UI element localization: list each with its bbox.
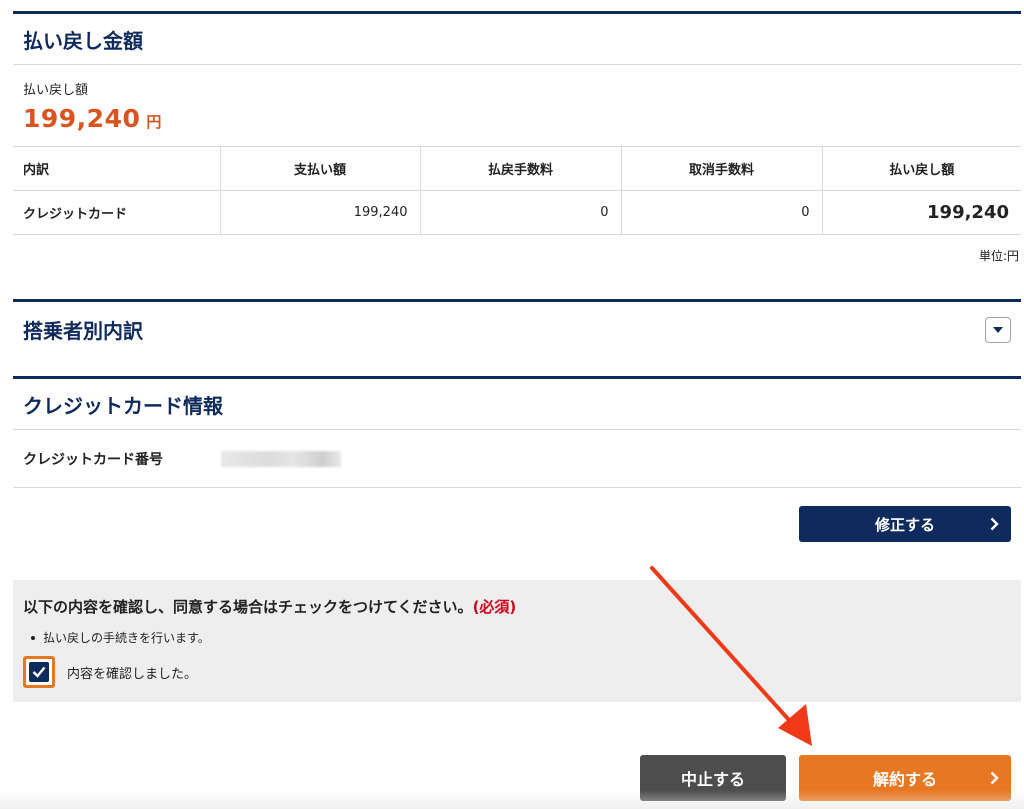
- card-number-redacted: [221, 450, 341, 467]
- cancel-contract-button-label: 解約する: [872, 770, 937, 789]
- bullet-dot-icon: [31, 635, 35, 640]
- table-cell-method: クレジットカード: [13, 190, 220, 235]
- consent-bullet: 払い戻しの手続きを行います。: [23, 629, 1011, 646]
- refund-amount: 199,240 円: [23, 104, 1011, 133]
- consent-title: 以下の内容を確認し、同意する場合はチェックをつけてください。(必須): [23, 596, 1011, 617]
- refund-title: 払い戻し金額: [23, 28, 143, 53]
- consent-check-row[interactable]: 内容を確認しました。: [23, 656, 1011, 688]
- edit-button[interactable]: 修正する: [799, 506, 1011, 542]
- refund-amount-label: 払い戻し額: [23, 83, 89, 98]
- card-header: クレジットカード情報: [13, 376, 1021, 430]
- table-header-cell: 内訳: [13, 146, 220, 191]
- table-row: クレジットカード 199,240 0 0 199,240: [13, 190, 1021, 235]
- chevron-right-icon: [990, 517, 999, 531]
- table-cell-paid: 199,240: [219, 190, 420, 235]
- refund-amount-unit: 円: [146, 113, 162, 131]
- refund-breakdown-table: 内訳 支払い額 払戻手数料 取消手数料 払い戻し額 クレジットカード 199,2…: [13, 146, 1021, 235]
- refund-amount-value: 199,240: [23, 104, 141, 133]
- expand-toggle-button[interactable]: [985, 316, 1011, 343]
- table-header-cell: 払戻手数料: [419, 146, 621, 191]
- cancel-contract-button[interactable]: 解約する: [799, 755, 1011, 801]
- card-number-label: クレジットカード番号: [23, 451, 163, 468]
- table-header-cell: 取消手数料: [620, 146, 822, 191]
- card-number-row: クレジットカード番号: [13, 430, 1021, 488]
- consent-title-text: 以下の内容を確認し、同意する場合はチェックをつけてください。: [23, 598, 473, 616]
- refund-header: 払い戻し金額: [13, 11, 1021, 65]
- card-title: クレジットカード情報: [23, 393, 223, 418]
- consent-box: 以下の内容を確認し、同意する場合はチェックをつけてください。(必須) 払い戻しの…: [13, 580, 1021, 702]
- consent-bullet-text: 払い戻しの手続きを行います。: [43, 631, 210, 645]
- required-label: (必須): [472, 598, 517, 616]
- table-cell-refund-fee: 0: [419, 190, 621, 235]
- cancel-button[interactable]: 中止する: [640, 755, 786, 801]
- edit-button-label: 修正する: [874, 515, 935, 534]
- unit-note: 単位:円: [978, 249, 1019, 263]
- cancel-button-label: 中止する: [680, 770, 745, 789]
- refund-amount-block: 払い戻し額 199,240 円: [13, 65, 1021, 146]
- refund-section: 払い戻し金額 払い戻し額 199,240 円 内訳 支払い額 払戻手数料 取消手数…: [13, 11, 1021, 264]
- passengers-header[interactable]: 搭乗者別内訳: [13, 299, 1021, 357]
- table-cell-refund-amount: 199,240: [821, 190, 1021, 235]
- consent-checkbox-label[interactable]: 内容を確認しました。: [67, 663, 197, 682]
- chevron-down-icon: [993, 326, 1003, 333]
- chevron-right-icon: [990, 771, 999, 785]
- passengers-section: 搭乗者別内訳: [13, 299, 1021, 357]
- consent-checkbox[interactable]: [23, 656, 55, 688]
- passengers-title: 搭乗者別内訳: [23, 319, 143, 343]
- table-header-row: 内訳 支払い額 払戻手数料 取消手数料 払い戻し額: [13, 146, 1021, 191]
- checkmark-icon: [29, 662, 49, 682]
- table-cell-cancel-fee: 0: [620, 190, 822, 235]
- card-section: クレジットカード情報 クレジットカード番号: [13, 376, 1021, 488]
- table-header-cell: 払い戻し額: [821, 146, 1021, 191]
- table-header-cell: 支払い額: [219, 146, 420, 191]
